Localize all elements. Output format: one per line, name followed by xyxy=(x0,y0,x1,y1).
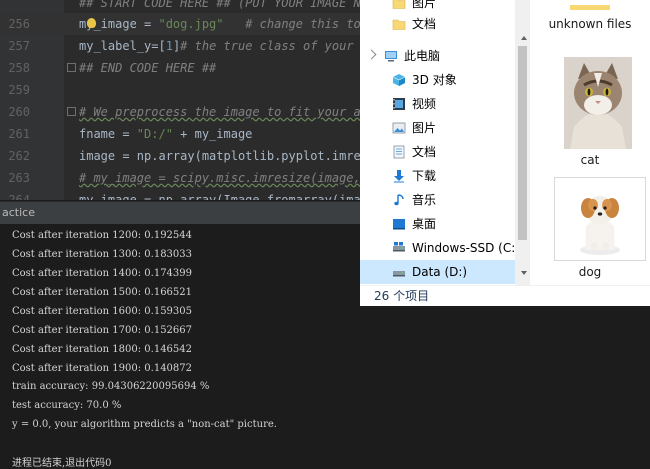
code-text: ## END CODE HERE ## xyxy=(79,61,217,75)
code-text: ## START CODE HERE ## (PUT YOUR IMAGE NA xyxy=(79,0,368,10)
console-line: Cost after iteration 1600: 0.159305 xyxy=(12,306,193,317)
file-explorer-window: 图片 文档 此电脑 3D 对象 视频 图片 文档 下载 音乐 桌面 Window… xyxy=(360,0,650,306)
console-line: Cost after iteration 1700: 0.152667 xyxy=(12,325,193,336)
console-line: Cost after iteration 1500: 0.166521 xyxy=(12,287,193,298)
code-text: my_label_y=[1]# the true class of your i xyxy=(79,39,369,53)
console-line: Cost after iteration 1800: 0.146542 xyxy=(12,344,193,355)
nav-item-label: Data (D:) xyxy=(412,265,468,279)
chevron-right-icon[interactable] xyxy=(366,49,377,60)
navigation-pane[interactable]: 图片 文档 此电脑 3D 对象 视频 图片 文档 下载 音乐 桌面 Window… xyxy=(360,0,530,285)
console-line: train accuracy: 99.04306220095694 % xyxy=(12,381,210,392)
nav-item-label: 桌面 xyxy=(412,217,437,231)
code-text: image = np.array(matplotlib.pyplot.imrea xyxy=(79,149,368,163)
nav-item-documents-quick[interactable]: 文档 xyxy=(360,12,515,36)
nav-item-this-pc[interactable]: 此电脑 xyxy=(360,44,515,68)
fold-marker-icon[interactable] xyxy=(67,107,76,116)
line-number: 260 xyxy=(8,105,30,119)
nav-item-label: 文档 xyxy=(412,17,437,31)
nav-item-3d-objects[interactable]: 3D 对象 xyxy=(360,68,515,92)
video-icon xyxy=(393,98,405,110)
nav-scrollbar-thumb[interactable] xyxy=(518,46,527,240)
code-text: my_image = np.array(Image.fromarray(imag xyxy=(79,193,368,200)
nav-item-documents[interactable]: 文档 xyxy=(360,140,515,164)
nav-item-music[interactable]: 音乐 xyxy=(360,188,515,212)
console-line: test accuracy: 70.0 % xyxy=(12,400,122,411)
file-name-cat[interactable]: cat xyxy=(530,153,650,167)
explorer-status-bar: 26 个项目 xyxy=(360,285,650,307)
drive-icon xyxy=(393,271,405,277)
fold-marker-icon[interactable] xyxy=(67,63,76,72)
nav-item-videos[interactable]: 视频 xyxy=(360,92,515,116)
code-text: fname = "D:/" + my_image xyxy=(79,127,253,141)
computer-icon xyxy=(385,51,397,62)
drive-icon xyxy=(393,242,405,252)
nav-item-label: 下载 xyxy=(412,169,437,183)
nav-item-label: 文档 xyxy=(412,145,437,159)
nav-item-label: Windows-SSD (C: xyxy=(412,241,516,255)
file-name-unknown-files[interactable]: unknown files xyxy=(530,17,650,31)
line-number: 259 xyxy=(8,83,30,97)
nav-item-drive-d[interactable]: Data (D:) xyxy=(360,260,515,284)
lightbulb-icon[interactable] xyxy=(87,18,96,28)
console-line: y = 0.0, your algorithm predicts a "non-… xyxy=(12,419,277,430)
nav-item-label: 此电脑 xyxy=(404,49,441,63)
scroll-up-arrow-icon[interactable] xyxy=(521,36,527,40)
nav-item-downloads[interactable]: 下载 xyxy=(360,164,515,188)
code-text: my_image = "dog.jpg" # change this to xyxy=(79,17,361,31)
code-text: # my_image = scipy.misc.imresize(image, xyxy=(79,171,361,185)
item-count-text: 26 个项目 xyxy=(374,289,430,303)
console-line: Cost after iteration 1300: 0.183033 xyxy=(12,249,193,260)
line-number: 261 xyxy=(8,127,30,141)
console-line: Cost after iteration 1900: 0.140872 xyxy=(12,363,193,374)
console-line: Cost after iteration 1200: 0.192544 xyxy=(12,230,193,241)
console-line: Cost after iteration 1400: 0.174399 xyxy=(12,268,193,279)
nav-item-drive-c[interactable]: Windows-SSD (C: xyxy=(360,236,515,260)
nav-item-label: 视频 xyxy=(412,97,437,111)
folder-icon xyxy=(392,19,406,30)
cat-photo-thumbnail[interactable] xyxy=(564,57,632,149)
folder-icon xyxy=(392,0,406,9)
unknown-files-folder-icon[interactable] xyxy=(570,0,610,10)
documents-icon xyxy=(393,145,405,159)
pictures-icon xyxy=(392,122,406,134)
line-number: 262 xyxy=(8,149,30,163)
dog-photo-thumbnail[interactable] xyxy=(554,177,646,261)
cube-icon xyxy=(392,74,406,86)
line-number: 258 xyxy=(8,61,30,75)
music-icon xyxy=(394,194,404,206)
nav-item-pictures[interactable]: 图片 xyxy=(360,116,515,140)
nav-item-label: 图片 xyxy=(412,121,437,135)
line-number: 263 xyxy=(8,171,30,185)
code-text: # We preprocess the image to fit your al xyxy=(79,105,368,119)
line-number: 257 xyxy=(8,39,30,53)
nav-item-label: 3D 对象 xyxy=(412,73,457,87)
files-pane[interactable]: unknown files cat dog xyxy=(530,0,650,285)
line-number: 264 xyxy=(8,193,30,200)
run-panel-title: actice xyxy=(2,206,35,219)
line-number: 256 xyxy=(8,17,30,31)
download-icon xyxy=(394,170,404,183)
nav-item-label: 音乐 xyxy=(412,193,437,207)
desktop-icon xyxy=(393,219,405,230)
nav-item-desktop[interactable]: 桌面 xyxy=(360,212,515,236)
scroll-down-arrow-icon[interactable] xyxy=(521,271,527,275)
file-name-dog[interactable]: dog xyxy=(530,265,650,279)
